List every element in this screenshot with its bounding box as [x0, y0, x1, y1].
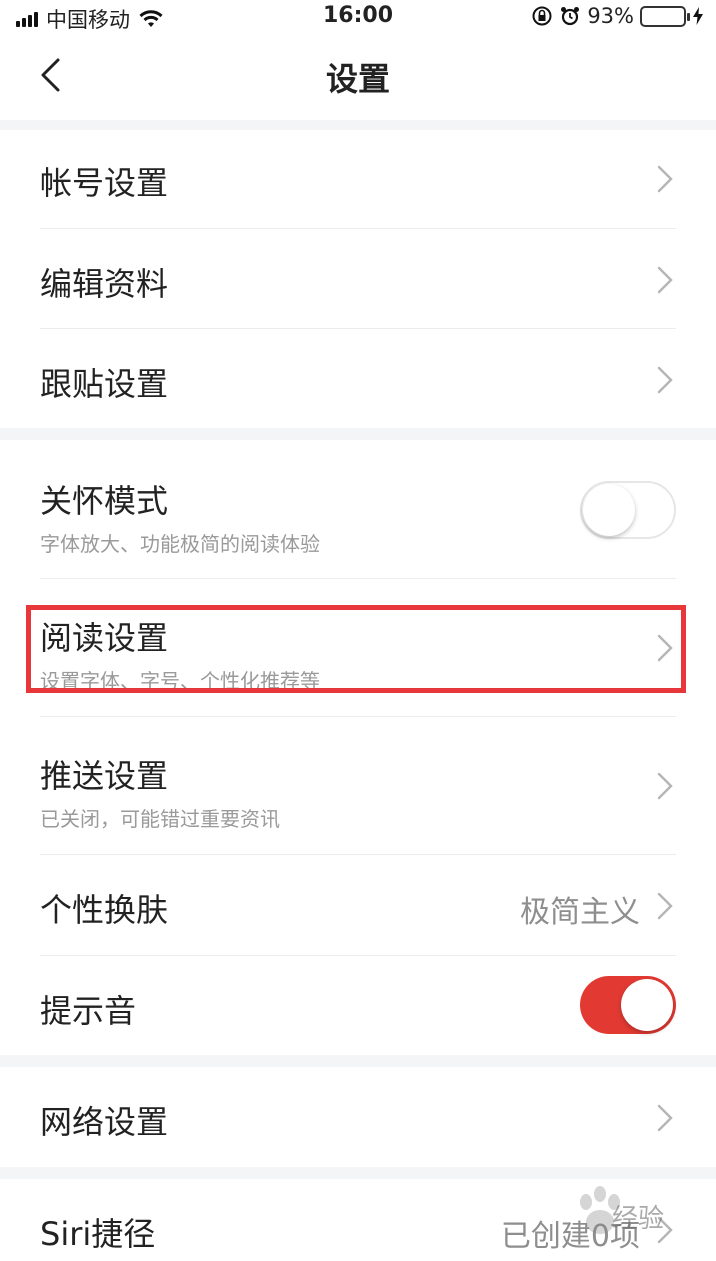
watermark-text: 经验 — [612, 1204, 665, 1234]
page-title: 设置 — [325, 60, 390, 98]
notification-sound-row: 提示音 — [40, 956, 676, 1055]
status-right: 93% — [531, 4, 704, 28]
account-settings-label: 帐号设置 — [40, 164, 169, 202]
care-mode-toggle[interactable] — [580, 481, 676, 539]
chevron-right-icon — [657, 892, 673, 920]
chevron-right-icon — [657, 772, 673, 800]
skin-value: 极简主义 — [520, 895, 640, 930]
edit-profile-row[interactable]: 编辑资料 — [40, 229, 676, 328]
follow-post-settings-label: 跟贴设置 — [40, 365, 169, 403]
account-settings-row[interactable]: 帐号设置 — [40, 130, 676, 228]
nav-bar: 设置 — [0, 34, 716, 120]
chevron-right-icon — [657, 266, 673, 294]
highlight-box — [26, 605, 686, 693]
push-settings-row[interactable]: 推送设置 已关闭，可能错过重要资讯 — [40, 717, 676, 854]
chevron-right-icon — [657, 1104, 673, 1132]
rotation-lock-icon — [532, 6, 552, 26]
network-settings-row[interactable]: 网络设置 — [40, 1067, 676, 1167]
push-settings-label: 推送设置 — [40, 757, 169, 795]
care-mode-row: 关怀模式 字体放大、功能极简的阅读体验 — [40, 440, 676, 578]
display-section: 关怀模式 字体放大、功能极简的阅读体验 阅读设置 设置字体、字号、个性化推荐等 … — [0, 440, 716, 1055]
care-mode-description: 字体放大、功能极简的阅读体验 — [40, 532, 320, 556]
account-section: 帐号设置 编辑资料 跟贴设置 — [0, 130, 716, 428]
chevron-right-icon — [657, 165, 673, 193]
alarm-icon — [561, 7, 580, 26]
care-mode-label: 关怀模式 — [40, 482, 169, 520]
siri-shortcuts-label: Siri捷径 — [40, 1215, 156, 1253]
chevron-right-icon — [657, 366, 673, 394]
follow-post-settings-row[interactable]: 跟贴设置 — [40, 329, 676, 428]
toggle-knob — [621, 979, 673, 1031]
network-settings-label: 网络设置 — [40, 1103, 169, 1141]
edit-profile-label: 编辑资料 — [40, 265, 169, 303]
battery-percent: 93% — [587, 4, 634, 28]
push-settings-description: 已关闭，可能错过重要资讯 — [40, 807, 280, 831]
network-section: 网络设置 — [0, 1067, 716, 1167]
skin-label: 个性换肤 — [40, 891, 169, 929]
toggle-knob — [583, 484, 635, 536]
notification-sound-toggle[interactable] — [580, 976, 676, 1034]
battery-icon — [640, 5, 690, 27]
charging-icon — [693, 7, 703, 25]
notification-sound-label: 提示音 — [40, 992, 137, 1030]
skin-row[interactable]: 个性换肤 极简主义 — [40, 855, 676, 955]
status-bar: 中国移动 16:00 93% — [0, 0, 716, 34]
